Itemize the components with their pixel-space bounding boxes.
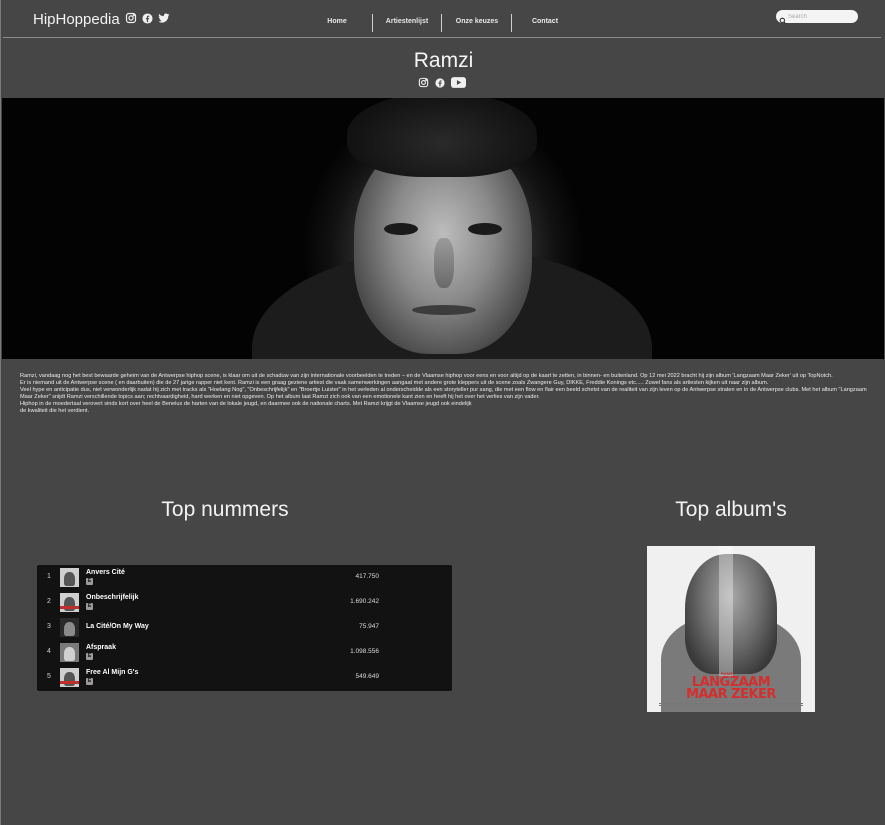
- track-row[interactable]: 3 La Cité/On My Way 75.947: [37, 615, 452, 640]
- main-nav: Home Artiestenlijst Onze keuzes Contact: [301, 14, 601, 32]
- track-cover: [60, 593, 79, 612]
- top-bar: HipHoppedia Home Artiestenlijst Onze keu…: [1, 0, 885, 37]
- hero-eye-right: [468, 223, 502, 235]
- bio-paragraph: Er is niemand uit de Antwerpse scene ( e…: [20, 380, 769, 386]
- track-title[interactable]: Anvers Cité: [86, 569, 125, 576]
- nav-artiestenlijst[interactable]: Artiestenlijst: [381, 18, 433, 25]
- top-albums-title: Top album's: [675, 498, 787, 521]
- track-cover: [60, 568, 79, 587]
- youtube-icon[interactable]: [451, 75, 466, 93]
- hero-nose-shape: [434, 238, 454, 288]
- bio-paragraph: Veel hype en anticipatie dus, niet verwo…: [20, 387, 867, 400]
- nav-divider: [441, 14, 442, 32]
- twitter-icon[interactable]: [158, 13, 170, 24]
- instagram-icon[interactable]: [418, 75, 429, 93]
- track-cover: [60, 618, 79, 637]
- track-plays: 1.690.242: [350, 598, 379, 605]
- search-icon[interactable]: [779, 12, 787, 30]
- nav-onze-keuzes[interactable]: Onze keuzes: [451, 18, 503, 25]
- artist-name: Ramzi: [413, 49, 474, 72]
- track-plays: 549.649: [355, 673, 380, 680]
- explicit-badge: E: [86, 603, 93, 610]
- bio-paragraph: Ramzi, vandaag nog het best bewaarde geh…: [20, 373, 833, 379]
- track-title[interactable]: Free Al Mijn G's: [86, 669, 138, 676]
- nav-divider: [372, 14, 373, 32]
- album-cover-fineprint: [659, 703, 803, 706]
- album-cover-title-line2: MAAR ZEKER: [686, 687, 776, 702]
- hero-hair-shape: [347, 98, 537, 177]
- track-rank: 4: [47, 648, 51, 655]
- header-social-icons: [125, 12, 170, 24]
- site-brand[interactable]: HipHoppedia: [33, 11, 120, 28]
- track-rank: 2: [47, 598, 51, 605]
- album-cover-strip: [719, 546, 733, 676]
- nav-divider: [511, 14, 512, 32]
- album-cover[interactable]: RAMZI LANGZAAM MAAR ZEKER: [647, 546, 815, 712]
- track-title[interactable]: La Cité/On My Way: [86, 623, 149, 630]
- track-plays: 75.947: [359, 623, 379, 630]
- search-input[interactable]: [788, 11, 854, 22]
- instagram-icon[interactable]: [125, 12, 137, 24]
- top-tracks-title: Top nummers: [161, 498, 289, 521]
- bio-paragraph: Hiphop in de moedertaal verovert sinds k…: [20, 401, 472, 407]
- hero-eye-left: [384, 223, 418, 235]
- artist-hero-photo: [2, 98, 884, 359]
- nav-home[interactable]: Home: [311, 18, 363, 25]
- facebook-icon[interactable]: [435, 75, 445, 93]
- track-row[interactable]: 2 Onbeschrijfelijk E 1.690.242: [37, 590, 452, 615]
- hero-mouth-shape: [412, 305, 476, 315]
- header-divider: [3, 37, 881, 38]
- explicit-badge: E: [86, 578, 93, 585]
- track-rank: 3: [47, 623, 51, 630]
- explicit-badge: E: [86, 678, 93, 685]
- artist-social-icons: [418, 75, 466, 93]
- track-row[interactable]: 4 Afspraak E 1.098.556: [37, 640, 452, 665]
- explicit-badge: E: [86, 653, 93, 660]
- track-rank: 1: [47, 573, 51, 580]
- track-row[interactable]: 1 Anvers Cité E 417.750: [37, 565, 452, 590]
- track-title[interactable]: Afspraak: [86, 644, 116, 651]
- track-title[interactable]: Onbeschrijfelijk: [86, 594, 139, 601]
- track-cover: [60, 668, 79, 687]
- top-tracks-list: 1 Anvers Cité E 417.750 2 Onbeschrijfeli…: [37, 565, 452, 691]
- track-row[interactable]: 5 Free Al Mijn G's E 549.649: [37, 665, 452, 690]
- artist-bio: Ramzi, vandaag nog het best bewaarde geh…: [20, 373, 870, 415]
- track-cover: [60, 643, 79, 662]
- track-plays: 417.750: [355, 573, 380, 580]
- facebook-icon[interactable]: [142, 12, 153, 24]
- track-rank: 5: [47, 673, 51, 680]
- bio-paragraph: de kwaliteit die het verdient.: [20, 408, 90, 414]
- track-plays: 1.098.556: [350, 648, 379, 655]
- nav-contact[interactable]: Contact: [519, 18, 571, 25]
